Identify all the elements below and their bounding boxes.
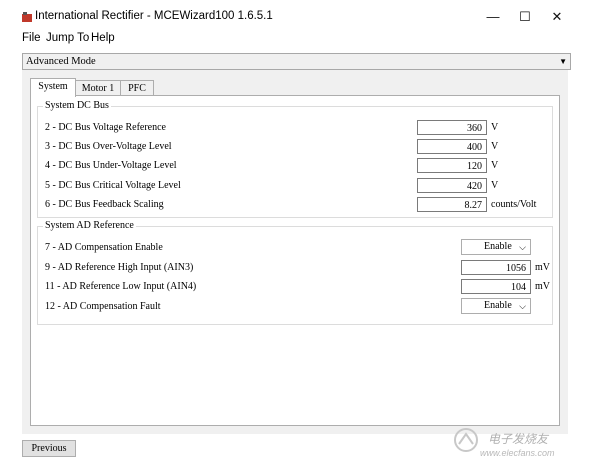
- row-label: 9 - AD Reference High Input (AIN3): [45, 262, 194, 273]
- chevron-down-icon: ▼: [559, 57, 567, 66]
- unit-label: V: [491, 141, 499, 152]
- close-button[interactable]: ✕: [542, 5, 572, 29]
- dc-bus-critical-voltage-input[interactable]: 420: [417, 178, 487, 193]
- maximize-button[interactable]: ☐: [510, 5, 540, 29]
- row-label: 3 - DC Bus Over-Voltage Level: [45, 141, 172, 152]
- row-label: 2 - DC Bus Voltage Reference: [45, 122, 166, 133]
- watermark-text: 电子发烧友: [488, 432, 549, 446]
- watermark-url: www.elecfans.com: [480, 448, 555, 458]
- dc-bus-under-voltage-input[interactable]: 120: [417, 158, 487, 173]
- mode-select[interactable]: Advanced Mode ▼: [22, 53, 571, 70]
- menu-bar: File Jump To Help: [0, 30, 597, 48]
- menu-jump-to[interactable]: Jump To: [46, 32, 89, 44]
- row-label: 4 - DC Bus Under-Voltage Level: [45, 160, 177, 171]
- ad-ref-low-input[interactable]: 104: [461, 279, 531, 294]
- unit-label: mV: [535, 262, 550, 273]
- unit-label: V: [491, 122, 499, 133]
- row-label: 5 - DC Bus Critical Voltage Level: [45, 180, 181, 191]
- dc-bus-over-voltage-input[interactable]: 400: [417, 139, 487, 154]
- unit-label: V: [491, 180, 499, 191]
- minimize-button[interactable]: —: [478, 5, 508, 29]
- menu-file[interactable]: File: [22, 32, 41, 44]
- group-title-ad-reference: System AD Reference: [43, 220, 136, 231]
- ad-compensation-fault-select[interactable]: Enable ⌵: [461, 298, 531, 314]
- unit-label: counts/Volt: [491, 199, 537, 210]
- unit-label: V: [491, 160, 499, 171]
- tab-page-system: System DC Bus 2 - DC Bus Voltage Referen…: [30, 95, 560, 426]
- chevron-down-icon: ⌵: [519, 242, 526, 252]
- menu-help[interactable]: Help: [91, 32, 115, 44]
- select-value: Enable: [484, 241, 512, 252]
- row-label: 11 - AD Reference Low Input (AIN4): [45, 281, 197, 292]
- watermark-logo-icon: [454, 428, 478, 452]
- app-logo-icon: [22, 12, 32, 22]
- dc-bus-voltage-ref-input[interactable]: 360: [417, 120, 487, 135]
- group-title-dc-bus: System DC Bus: [43, 100, 111, 111]
- tab-pfc[interactable]: PFC: [120, 80, 154, 96]
- unit-label: mV: [535, 281, 550, 292]
- row-label: 6 - DC Bus Feedback Scaling: [45, 199, 164, 210]
- title-bar: International Rectifier - MCEWizard100 1…: [0, 0, 597, 30]
- main-panel: System Motor 1 PFC System DC Bus 2 - DC …: [22, 70, 568, 434]
- dc-bus-feedback-scaling-input[interactable]: 8.27: [417, 197, 487, 212]
- ad-ref-high-input[interactable]: 1056: [461, 260, 531, 275]
- mode-select-value: Advanced Mode: [26, 56, 96, 67]
- tab-system[interactable]: System: [30, 78, 76, 97]
- tab-motor-1[interactable]: Motor 1: [75, 80, 121, 96]
- window-title: International Rectifier - MCEWizard100 1…: [35, 10, 273, 22]
- chevron-down-icon: ⌵: [519, 301, 526, 311]
- previous-button[interactable]: Previous: [22, 440, 76, 457]
- row-label: 12 - AD Compensation Fault: [45, 301, 161, 312]
- row-label: 7 - AD Compensation Enable: [45, 242, 163, 253]
- ad-compensation-enable-select[interactable]: Enable ⌵: [461, 239, 531, 255]
- select-value: Enable: [484, 300, 512, 311]
